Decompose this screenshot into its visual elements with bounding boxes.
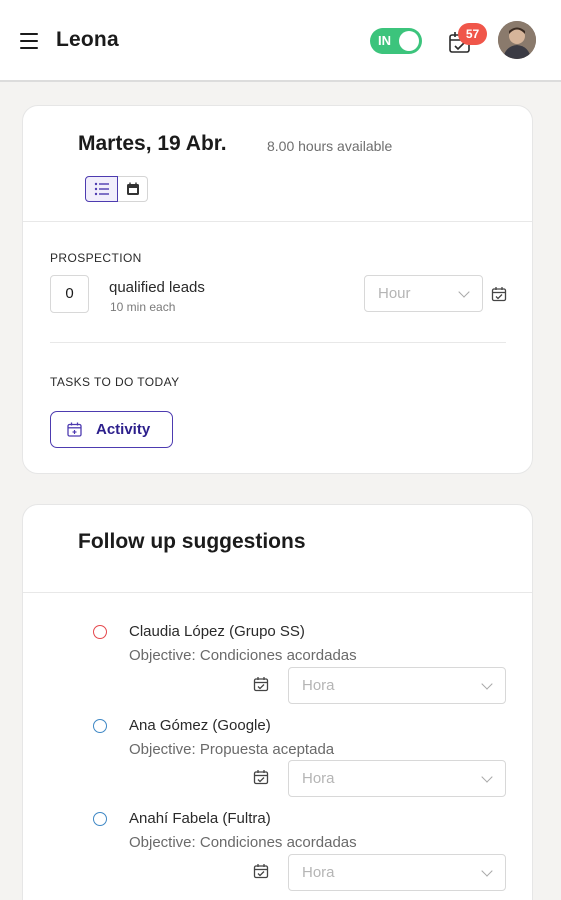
calendar-check-icon[interactable] [253,863,269,879]
list-icon [94,182,109,196]
qualified-leads-label: qualified leads [109,279,205,296]
leads-duration-text: 10 min each [110,300,176,314]
contact-name: Anahí Fabela (Fultra) [129,810,271,827]
calendar-check-icon[interactable] [253,769,269,785]
list-item: Anahí Fabela (Fultra) Objective: Condici… [23,793,532,891]
list-item: Ana Gómez (Google) Objective: Propuesta … [23,700,532,797]
hour-placeholder: Hora [302,770,335,787]
chevron-down-icon [458,286,470,298]
hour-select[interactable]: Hora [288,760,506,797]
notification-badge: 57 [458,23,487,45]
divider [23,221,532,222]
hour-select[interactable]: Hora [288,667,506,704]
avatar[interactable] [498,21,536,59]
list-view-button[interactable] [85,176,118,202]
prospection-label: PROSPECTION [50,251,142,265]
hour-placeholder: Hora [302,677,335,694]
day-plan-card: Martes, 19 Abr. 8.00 hours available PRO… [22,105,533,474]
follow-up-card: Follow up suggestions Claudia López (Gru… [22,504,533,900]
qualified-leads-count-input[interactable]: 0 [50,275,89,313]
date-title: Martes, 19 Abr. [78,132,227,155]
calendar-view-button[interactable] [118,176,148,202]
contact-objective: Objective: Condiciones acordadas [129,834,357,851]
status-toggle[interactable]: IN [370,28,422,54]
page-title: Leona [56,28,119,51]
hour-select[interactable]: Hora [288,854,506,891]
top-bar: Leona IN 57 [0,0,561,82]
hours-available: 8.00 hours available [267,138,393,154]
hour-placeholder: Hour [378,285,411,302]
follow-up-title: Follow up suggestions [78,530,306,553]
activity-button-label: Activity [96,421,151,438]
status-circle[interactable] [93,719,107,733]
divider [50,342,506,343]
contact-name: Ana Gómez (Google) [129,717,271,734]
user-avatar-icon [498,21,536,59]
divider [23,592,532,593]
toggle-knob [399,31,419,51]
contact-name: Claudia López (Grupo SS) [129,623,305,640]
chevron-down-icon [481,865,493,877]
status-circle[interactable] [93,625,107,639]
calendar-plus-icon [67,422,82,437]
add-activity-button[interactable]: Activity [50,411,173,448]
hour-placeholder: Hora [302,864,335,881]
calendar-check-icon[interactable] [253,676,269,692]
calendar-check-icon[interactable] [491,286,507,302]
contact-objective: Objective: Condiciones acordadas [129,647,357,664]
tasks-label: TASKS TO DO TODAY [50,375,180,389]
prospection-hour-select[interactable]: Hour [364,275,483,312]
view-toggle [85,176,148,202]
status-toggle-label: IN [378,33,391,48]
calendar-icon [126,182,139,195]
list-item: Claudia López (Grupo SS) Objective: Cond… [23,606,532,704]
contact-objective: Objective: Propuesta aceptada [129,741,335,758]
status-circle[interactable] [93,812,107,826]
chevron-down-icon [481,771,493,783]
chevron-down-icon [481,678,493,690]
menu-icon[interactable] [20,33,38,49]
